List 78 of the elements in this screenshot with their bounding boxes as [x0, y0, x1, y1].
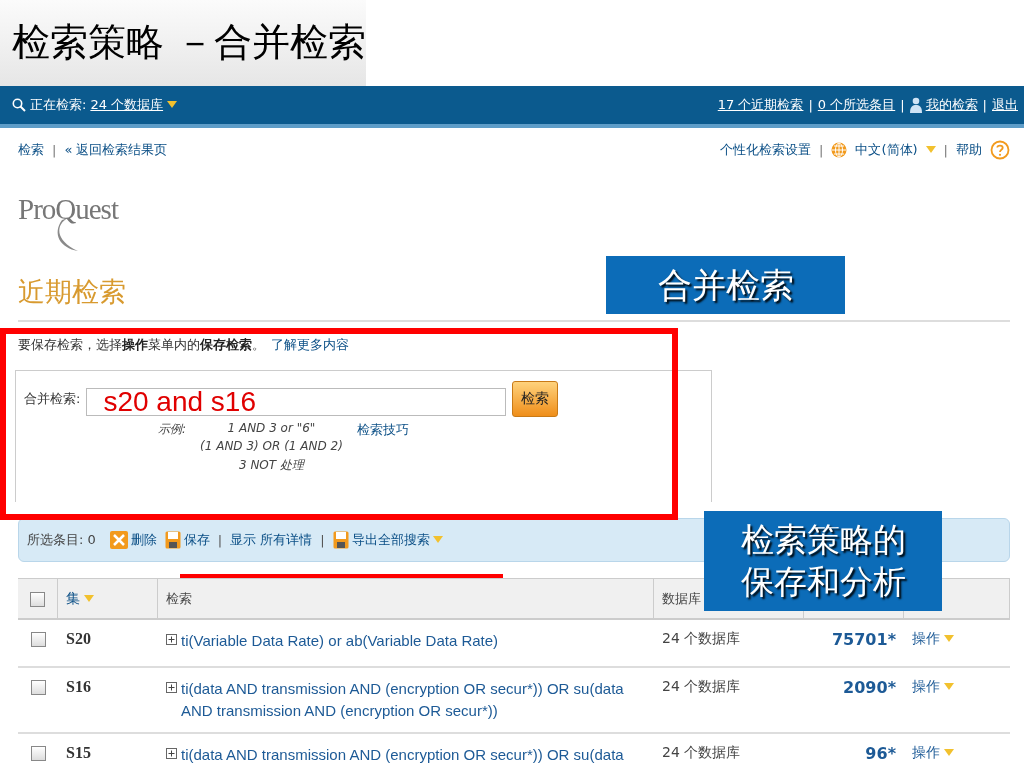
- learn-more-link[interactable]: 了解更多内容: [271, 336, 349, 354]
- callout-label: 检索策略的保存和分析: [704, 511, 942, 611]
- set-id: S15: [66, 744, 91, 762]
- search-button[interactable]: 检索: [512, 381, 559, 417]
- result-count-link[interactable]: 96*: [865, 744, 896, 763]
- actions-menu[interactable]: 操作: [912, 678, 954, 696]
- help-icon: [990, 140, 1010, 160]
- language-link[interactable]: 中文(简体): [855, 141, 918, 159]
- expand-icon: [166, 634, 177, 645]
- set-id: S16: [66, 678, 91, 696]
- separator: |: [900, 97, 905, 113]
- database-count: 24 个数据库: [662, 744, 741, 762]
- example-text: 3 NOT 处理: [238, 457, 304, 474]
- top-link[interactable]: 17 个近期检索: [717, 96, 804, 114]
- caret-icon: [944, 749, 954, 757]
- separator: |: [982, 97, 987, 113]
- database-count: 24 个数据库: [662, 630, 741, 648]
- top-link[interactable]: 0 个所选条目: [817, 96, 896, 114]
- query-link[interactable]: ti(data AND transmission AND (encryption OR secur*)) OR su(data AND transmission AND (encryption OR secur*)): [181, 678, 646, 722]
- column-header: 检索: [166, 589, 192, 608]
- example-text: (1 AND 3) OR (1 AND 2): [200, 439, 343, 453]
- help-link[interactable]: 帮助: [956, 141, 982, 159]
- logo: ProQuest: [18, 194, 118, 252]
- caret-icon: [944, 683, 954, 691]
- search-icon: [12, 98, 26, 112]
- combine-search-field[interactable]: s20 and s16: [86, 388, 507, 416]
- floppy-icon: [332, 531, 349, 549]
- result-count-link[interactable]: 75701*: [831, 630, 896, 649]
- row-checkbox[interactable]: [30, 632, 46, 647]
- actions-menu[interactable]: 操作: [912, 744, 954, 762]
- caret-icon: [167, 101, 178, 109]
- callout-label: 合并检索: [606, 256, 845, 314]
- separator: |: [943, 142, 948, 158]
- actions-menu[interactable]: 操作: [912, 630, 954, 648]
- result-count-link[interactable]: 2090*: [843, 678, 896, 697]
- databases-link[interactable]: 24 个数据库: [90, 96, 164, 114]
- row-checkbox[interactable]: [30, 746, 46, 761]
- toolbar-action[interactable]: 保存: [164, 531, 210, 549]
- delete-icon: [109, 531, 128, 549]
- top-link[interactable]: 退出: [992, 96, 1018, 114]
- separator: |: [320, 532, 325, 548]
- search-status-label: 正在检索:: [30, 96, 87, 114]
- caret-icon: [432, 536, 443, 544]
- expand-icon: [166, 748, 177, 759]
- user-icon: [909, 97, 922, 113]
- query-link[interactable]: ti(data AND transmission AND (encryption OR secur*)) OR su(data: [181, 744, 624, 766]
- caret-icon: [944, 635, 954, 643]
- search-tips-link[interactable]: 检索技巧: [356, 421, 409, 439]
- select-all-checkbox[interactable]: [30, 592, 45, 607]
- separator: |: [819, 142, 824, 158]
- query-link[interactable]: ti(Variable Data Rate) or ab(Variable Data Rate): [181, 630, 499, 652]
- globe-icon: [831, 142, 848, 158]
- row-checkbox[interactable]: [30, 680, 46, 695]
- toolbar-action[interactable]: 删除: [109, 531, 157, 549]
- top-link[interactable]: 我的检索: [925, 96, 978, 114]
- separator: |: [217, 532, 223, 548]
- caret-icon: [925, 146, 936, 154]
- floppy-icon: [164, 531, 181, 549]
- column-header: 数据库: [662, 589, 701, 608]
- database-count: 24 个数据库: [662, 678, 741, 696]
- expand-icon: [166, 682, 177, 693]
- example-text: 1 AND 3 or "6": [227, 421, 316, 435]
- column-header[interactable]: 集: [66, 589, 80, 608]
- nav-link[interactable]: « 返回检索结果页: [64, 141, 168, 159]
- slide-title: 检索策略 －合并检索: [0, 0, 367, 86]
- page-heading: 近期检索: [18, 276, 126, 307]
- examples-label: 示例:: [158, 421, 187, 438]
- combine-label: 合并检索:: [24, 390, 81, 408]
- caret-icon: [84, 594, 94, 603]
- selected-count: 所选条目: 0: [27, 531, 96, 549]
- nav-link[interactable]: 检索: [18, 141, 44, 159]
- toolbar-action[interactable]: 显示 所有详情: [230, 531, 313, 549]
- set-id: S20: [66, 630, 91, 648]
- info-text: 要保存检索，选择操作菜单内的保存检索。: [18, 336, 265, 354]
- settings-link[interactable]: 个性化检索设置: [720, 141, 812, 159]
- separator: |: [808, 97, 813, 113]
- toolbar-action[interactable]: 导出全部搜索: [332, 531, 443, 549]
- separator: |: [52, 142, 57, 158]
